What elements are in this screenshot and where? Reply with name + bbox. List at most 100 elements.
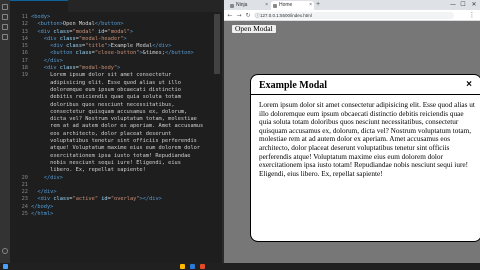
editor-scrollbar[interactable] [214,14,220,74]
code-token: </body> [31,203,54,210]
code-line: </div> [31,189,221,196]
editor-tab-index-html[interactable] [10,0,68,12]
maximize-icon[interactable]: ☐ [458,0,468,10]
code-editor: 11 12 13 14 15 16 17 18 19 20 21 22 23 24 25 <body> <… [0,0,222,263]
code-line: doloremque eum ipsum obcaecati distincti… [31,87,221,94]
code-token: "active" [72,196,99,203]
start-icon[interactable] [3,264,8,269]
vscode-icon[interactable] [190,264,195,269]
new-tab-button[interactable]: + [316,0,320,10]
tab-label: Ninja [236,2,248,8]
code-token: <button> [37,21,63,28]
browser-menu-icon[interactable]: ⋮ [468,10,476,21]
code-token: "close-button" [94,50,140,57]
code-token: ></div> [139,196,162,203]
address-text: 127.0.0.1:5500/index.html [260,13,312,18]
tab-close-icon[interactable]: × [265,1,268,10]
favicon-icon [230,3,234,8]
file-explorer-icon[interactable] [180,264,185,269]
close-window-icon[interactable]: ✕ [469,0,479,10]
address-bar[interactable]: ⓘ 127.0.0.1:5500/index.html [254,12,454,19]
code-token: </button> [94,21,124,28]
line-number [10,102,28,109]
line-number: 12 [21,21,28,28]
line-number [10,167,28,174]
search-icon[interactable] [2,14,8,20]
code-line: rem at ad autem dolor ex aperiam. Amet a… [31,123,221,130]
explorer-icon[interactable] [2,4,8,10]
page-overlay[interactable]: Open Modal Example Modal × Lorem ipsum d… [224,21,480,263]
line-number: 17 [21,57,28,64]
line-number: 16 [21,50,28,57]
code-line: <button>Open Modal</button> [31,21,221,28]
code-line: <button class="close-button">&times;</bu… [31,50,221,57]
browser-tab-home[interactable]: Home × [271,1,314,10]
open-modal-button[interactable]: Open Modal [231,24,277,34]
code-token: <div [43,65,60,72]
code-token: > [117,65,121,72]
code-token: debitis reiciendis quae quia soluta tota… [31,94,181,101]
line-number [10,160,28,167]
forward-icon[interactable]: → [235,10,243,21]
line-number [10,87,28,94]
browser-tab-strip: Ninja × Home × + — ☐ ✕ [224,0,480,10]
line-number: 23 [21,196,28,203]
site-info-icon[interactable]: ⓘ [255,12,260,19]
code-line: </div> [31,58,221,65]
extensions-icon[interactable] [2,34,8,40]
code-token: libero. Ex, repellat sapiente! [31,167,146,174]
code-token: <button [50,50,76,57]
line-number: 21 [21,181,28,188]
code-token: body [34,14,47,20]
code-token: nobis nesciunt sequi iure! Eligendi, eiu… [31,159,181,166]
code-token: consectetur quisquam accusamus ex, dolor… [31,108,188,115]
code-area[interactable]: <body> <button>Open Modal</button> <div … [31,14,221,218]
code-token: </button> [165,50,194,57]
code-line: debitis reiciendis quae quia soluta tota… [31,94,221,101]
screen: 11 12 13 14 15 16 17 18 19 20 21 22 23 24 25 <body> <… [0,0,480,270]
source-control-icon[interactable] [2,24,8,30]
modal-body: Lorem ipsum dolor sit amet consectetur a… [259,101,475,178]
modal-close-button[interactable]: × [466,79,472,90]
code-token: "modal-body" [78,65,118,72]
code-line: Lorem ipsum dolor sit amet consectetur [31,72,221,79]
code-line: </body> [31,204,221,211]
taskbar [0,263,480,270]
line-number: 14 [21,35,28,42]
code-token: doloribus quos nesciunt necessitatibus, [31,101,175,108]
code-token: Lorem ipsum dolor sit amet consectetur [31,72,172,79]
code-token: class [75,50,92,57]
tab-close-icon[interactable]: × [309,1,312,10]
account-icon[interactable] [2,248,8,254]
code-token: Example Modal [110,43,153,50]
line-number [10,153,28,160]
minimize-icon[interactable]: — [448,0,458,10]
line-number: 18 [21,65,28,72]
code-line: nobis nesciunt sequi iure! Eligendi, eiu… [31,160,221,167]
code-token: > [129,28,134,35]
code-token: class [59,65,76,72]
code-token: atque! Voluptatum maxime eius eum dolore… [31,145,201,152]
code-token: "title" [85,43,108,50]
line-number [10,131,28,138]
reload-icon[interactable]: ↻ [244,10,252,21]
chrome-icon[interactable] [200,264,205,269]
code-line: <div class="active" id="overlay"></div> [31,196,221,203]
code-token: </html> [31,211,54,218]
code-token: eos architecto, dolor placeat deserunt [31,130,172,137]
code-token: > [123,35,127,42]
line-number [10,145,28,152]
code-line: consectetur quisquam accusamus ex, dolor… [31,109,221,116]
back-icon[interactable]: ← [226,10,234,21]
code-token: "overlay" [110,196,140,203]
browser-tab-ninja[interactable]: Ninja × [228,1,270,10]
line-number: 20 [21,174,28,181]
code-token: class [53,196,70,203]
line-number [10,80,28,87]
